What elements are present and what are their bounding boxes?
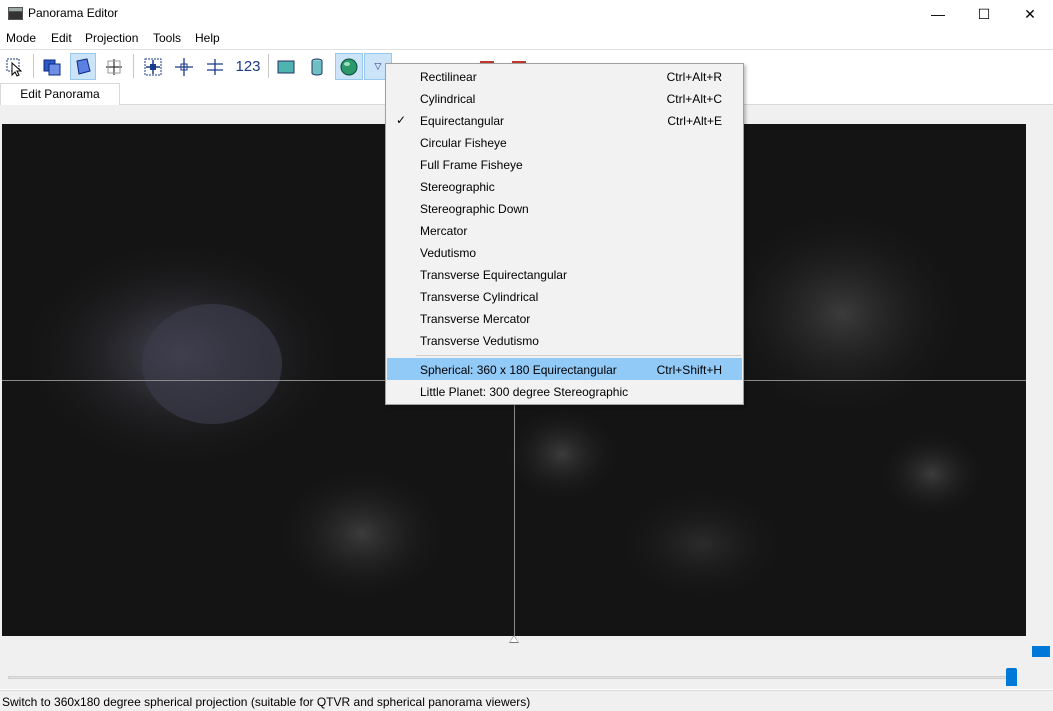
menu-item-equirectangular[interactable]: ✓ Equirectangular Ctrl+Alt+E [387, 109, 742, 131]
menu-mode[interactable]: Mode [6, 31, 36, 45]
menu-edit[interactable]: Edit [51, 31, 72, 45]
menu-item-transverse-cylindrical[interactable]: Transverse Cylindrical [387, 285, 742, 307]
sphere-icon [340, 58, 358, 75]
menu-item-mercator[interactable]: Mercator [387, 219, 742, 241]
close-button[interactable]: ✕ [1007, 0, 1053, 28]
cylinder-icon [311, 58, 323, 75]
crop-mode-button[interactable] [101, 53, 127, 80]
projection-menu: Rectilinear Ctrl+Alt+R Cylindrical Ctrl+… [385, 63, 744, 405]
menu-item-little-planet-preset[interactable]: Little Planet: 300 degree Stereographic [387, 380, 742, 402]
cylindrical-button[interactable] [304, 53, 330, 80]
numeric-transform-button[interactable]: 123 [233, 53, 263, 80]
menu-item-transverse-vedutismo[interactable]: Transverse Vedutismo [387, 329, 742, 351]
pitch-slider-track[interactable] [8, 676, 1013, 679]
drag-icon [76, 57, 91, 75]
menu-item-full-frame-fisheye[interactable]: Full Frame Fisheye [387, 153, 742, 175]
menu-item-circular-fisheye[interactable]: Circular Fisheye [387, 131, 742, 153]
menu-item-stereographic-down[interactable]: Stereographic Down [387, 197, 742, 219]
status-text: Switch to 360x180 degree spherical proje… [2, 695, 531, 709]
window-title: Panorama Editor [28, 6, 119, 20]
select-tool-button[interactable] [2, 53, 28, 80]
tab-edit-panorama[interactable]: Edit Panorama [0, 83, 120, 106]
crop-icon [106, 58, 122, 75]
menu-item-cylindrical[interactable]: Cylindrical Ctrl+Alt+C [387, 87, 742, 109]
rectilinear-button[interactable] [273, 53, 299, 80]
app-icon [8, 7, 23, 20]
fit-button[interactable] [171, 53, 197, 80]
fit-icon [175, 57, 193, 76]
overlap-mode-button[interactable] [39, 53, 65, 80]
status-bar: Switch to 360x180 degree spherical proje… [0, 690, 1053, 711]
center-marker[interactable] [509, 635, 519, 643]
menu-item-spherical-preset[interactable]: Spherical: 360 x 180 Equirectangular Ctr… [387, 358, 742, 380]
center-button[interactable] [140, 53, 166, 80]
menu-item-rectilinear[interactable]: Rectilinear Ctrl+Alt+R [387, 65, 742, 87]
menu-item-vedutismo[interactable]: Vedutismo [387, 241, 742, 263]
drag-mode-button[interactable] [70, 53, 96, 80]
menu-help[interactable]: Help [195, 31, 220, 45]
overlap-icon [43, 59, 61, 75]
numeric-label: 123 [235, 58, 261, 75]
maximize-button[interactable]: ☐ [961, 0, 1007, 28]
fov-slider-thumb[interactable] [1032, 646, 1050, 657]
title-bar: Panorama Editor — ☐ ✕ [0, 0, 1053, 28]
menu-item-transverse-equirectangular[interactable]: Transverse Equirectangular [387, 263, 742, 285]
pointer-icon [6, 58, 23, 77]
menu-tools[interactable]: Tools [153, 31, 181, 45]
menu-item-stereographic[interactable]: Stereographic [387, 175, 742, 197]
straighten-button[interactable] [202, 53, 228, 80]
minimize-button[interactable]: — [915, 0, 961, 28]
dropdown-arrow-icon: ▽ [374, 61, 382, 71]
check-icon: ✓ [396, 113, 407, 127]
equirectangular-button[interactable] [335, 53, 363, 80]
menu-separator [416, 355, 741, 356]
rectilinear-icon [277, 60, 295, 73]
pitch-slider-thumb[interactable] [1006, 668, 1017, 686]
menu-bar: Mode Edit Projection Tools Help [0, 29, 1053, 48]
menu-projection[interactable]: Projection [85, 31, 138, 45]
straighten-icon [207, 58, 223, 75]
center-icon [144, 58, 162, 75]
menu-item-transverse-mercator[interactable]: Transverse Mercator [387, 307, 742, 329]
